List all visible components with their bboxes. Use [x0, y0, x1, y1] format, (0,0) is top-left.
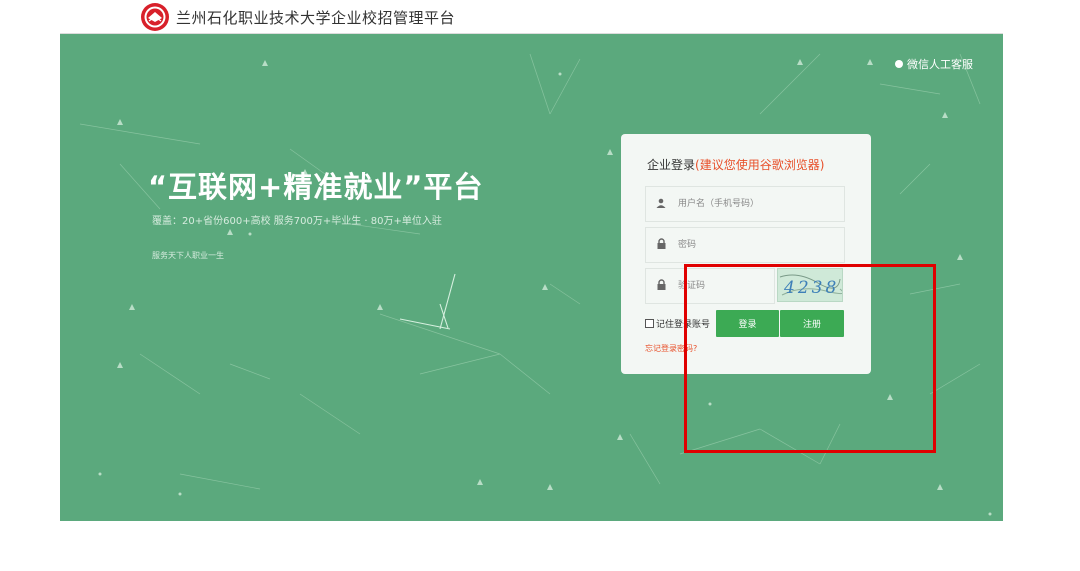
- lock-icon: [646, 238, 676, 252]
- username-field[interactable]: [645, 186, 845, 222]
- hero-stats: 覆盖：20+省份600+高校 服务700万+毕业生 · 80万+单位入驻: [152, 216, 442, 227]
- captcha-image[interactable]: 4238: [777, 268, 843, 302]
- wechat-support-icon: [895, 60, 903, 68]
- lock-icon: [646, 279, 676, 293]
- password-input[interactable]: [676, 239, 830, 251]
- remember-checkbox[interactable]: [645, 319, 654, 328]
- password-field[interactable]: [645, 227, 845, 263]
- wechat-support-link[interactable]: 微信人工客服: [895, 56, 973, 72]
- site-title: 兰州石化职业技术大学企业校招管理平台: [176, 9, 456, 27]
- captcha-field[interactable]: [645, 268, 775, 304]
- top-header: 兰州石化职业技术大学企业校招管理平台: [60, 0, 1003, 34]
- hero-slogan: “互联网+精准就业”平台: [148, 170, 484, 204]
- captcha-text: 4238: [783, 278, 839, 298]
- hero-banner: 微信人工客服 “互联网+精准就业”平台 覆盖：20+省份600+高校 服务700…: [60, 34, 1003, 521]
- login-button[interactable]: 登录: [716, 310, 779, 337]
- username-input[interactable]: [676, 198, 830, 210]
- user-icon: [646, 198, 676, 211]
- remember-account[interactable]: 记住登录账号: [645, 317, 710, 330]
- browser-hint: (建议您使用谷歌浏览器): [695, 158, 825, 172]
- login-panel: 企业登录(建议您使用谷歌浏览器) 4238: [621, 134, 871, 374]
- register-button[interactable]: 注册: [780, 310, 844, 337]
- support-label: 微信人工客服: [907, 58, 973, 71]
- hero-motto: 服务天下人职业一生: [152, 251, 224, 260]
- captcha-input[interactable]: [676, 280, 770, 292]
- login-title-text: 企业登录: [647, 158, 696, 172]
- forgot-password-link[interactable]: 忘记登录密码?: [645, 343, 697, 354]
- remember-label: 记住登录账号: [656, 320, 711, 330]
- school-logo-icon: [141, 3, 169, 31]
- login-title: 企业登录(建议您使用谷歌浏览器): [647, 156, 824, 173]
